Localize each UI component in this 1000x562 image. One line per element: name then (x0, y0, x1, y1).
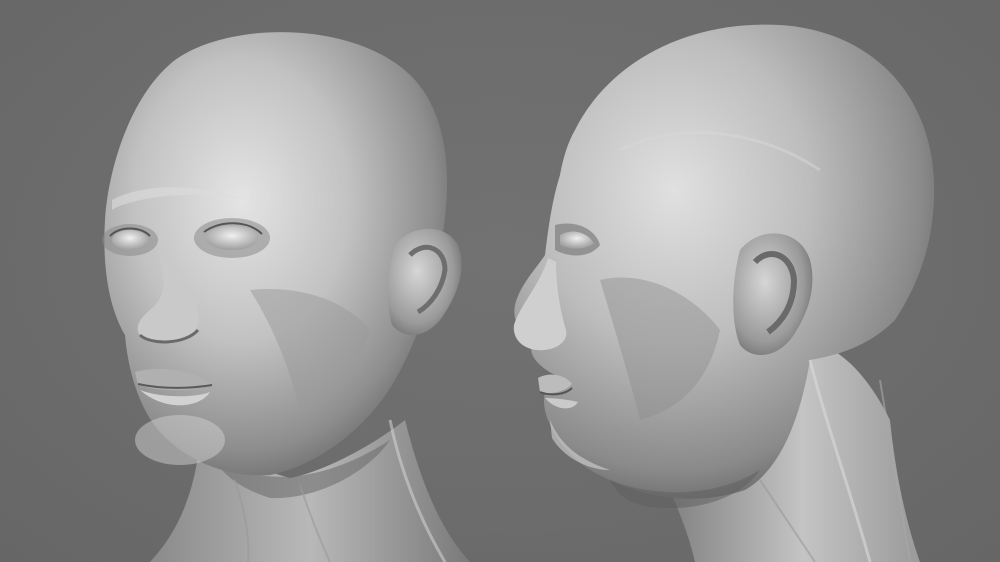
sculpt-viewport (0, 0, 1000, 562)
sculpt-render (102, 24, 935, 562)
eye-right-left (112, 230, 148, 250)
chin-left (135, 415, 225, 465)
head-three-quarter-view (102, 32, 470, 562)
eye-left-left (206, 226, 258, 250)
ear-left (388, 228, 462, 336)
head-profile-view (513, 24, 935, 562)
